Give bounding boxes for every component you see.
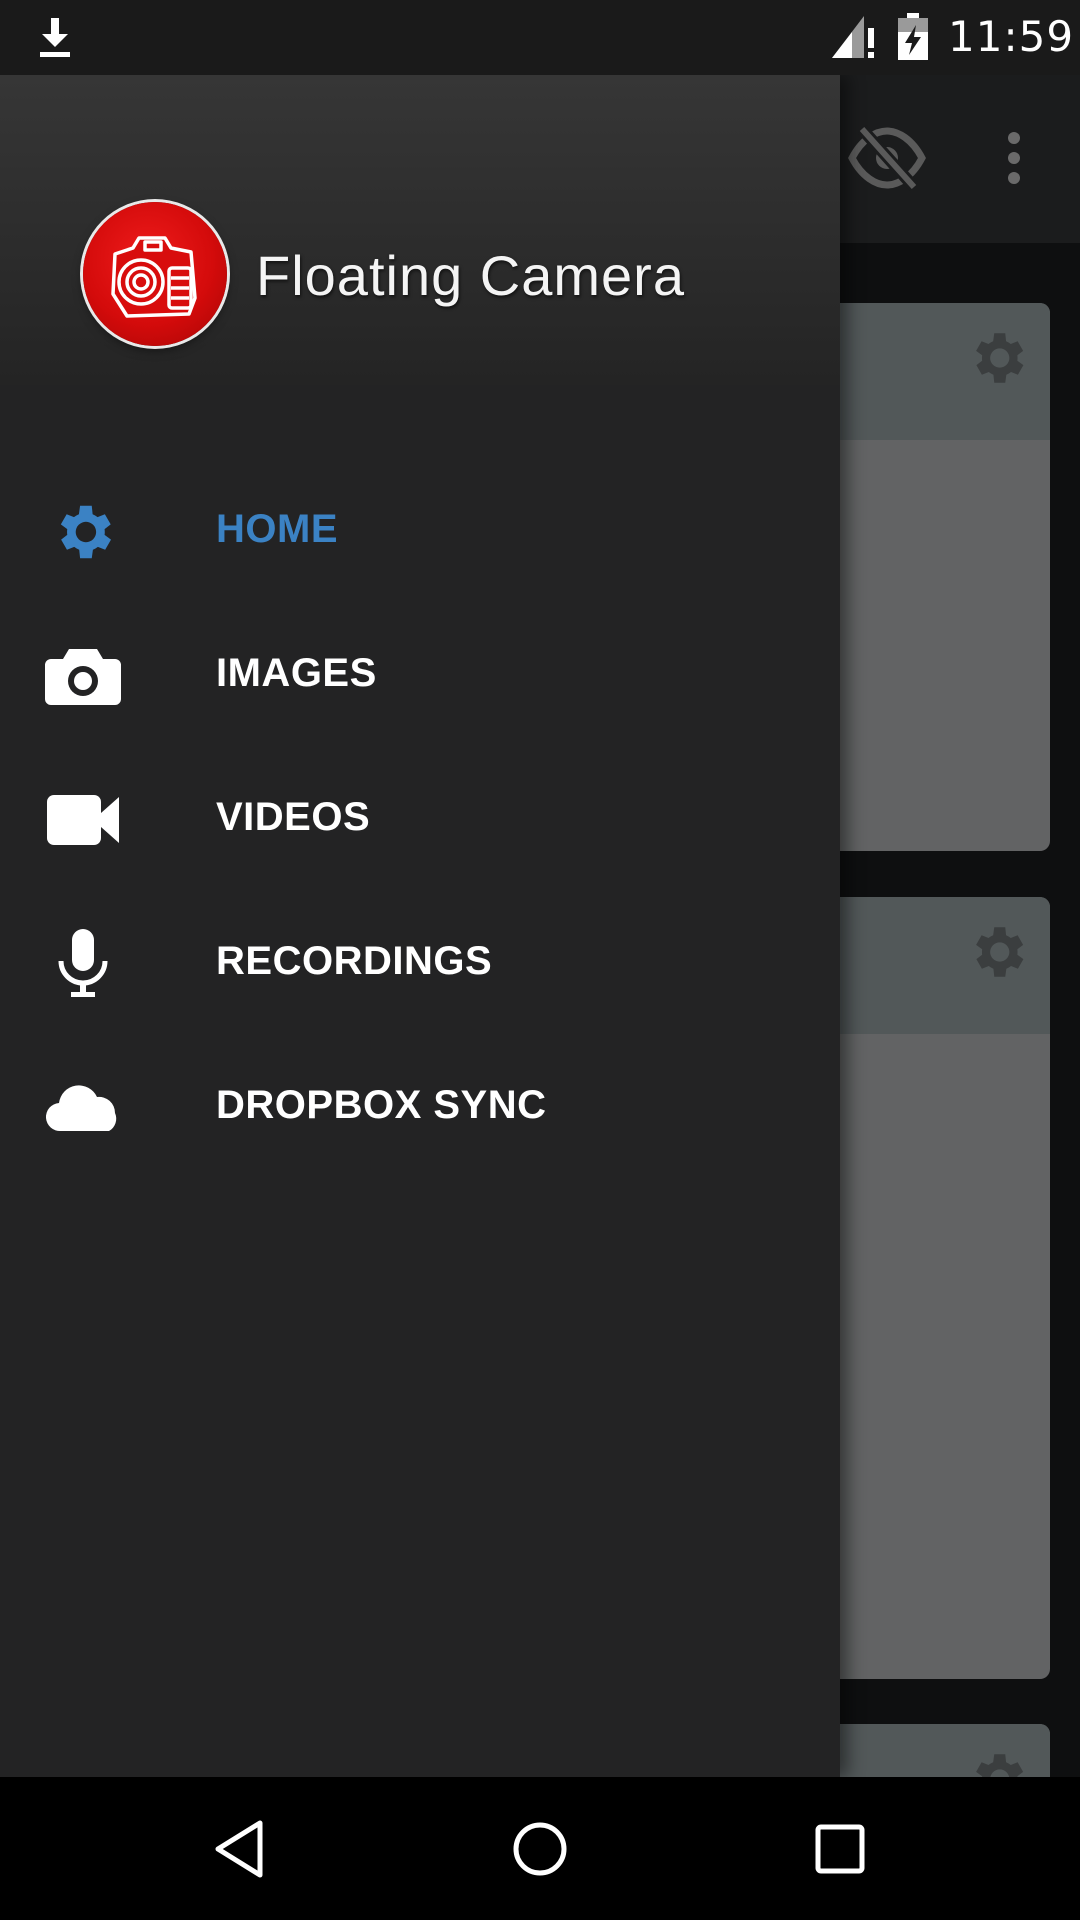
drawer-item-videos[interactable]: VIDEOS	[0, 748, 840, 892]
microphone-icon	[58, 929, 108, 997]
status-bar: 11:59	[0, 0, 1080, 75]
drawer-item-images[interactable]: IMAGES	[0, 604, 840, 748]
drawer-item-label: DROPBOX SYNC	[216, 1083, 547, 1127]
drawer-item-label: HOME	[216, 507, 338, 551]
battery-charging-icon	[898, 13, 928, 60]
system-nav-bar	[0, 1777, 1080, 1920]
app-title: Floating Camera	[256, 244, 685, 307]
more-vert-icon[interactable]	[1000, 130, 1028, 186]
drawer-menu: HOME IMAGES VIDEOS RECORDINGS DROPBOX SY…	[0, 460, 840, 1180]
signal-icon	[832, 16, 874, 58]
drawer-item-label: VIDEOS	[216, 795, 371, 839]
home-icon[interactable]	[508, 1817, 572, 1881]
navigation-drawer: Floating Camera HOME IMAGES VIDEOS RECOR…	[0, 75, 840, 1777]
gear-icon	[60, 505, 112, 559]
drawer-item-label: RECORDINGS	[216, 939, 493, 983]
gear-icon[interactable]	[964, 919, 1030, 985]
recents-icon[interactable]	[808, 1817, 872, 1881]
status-time: 11:59	[948, 12, 1075, 61]
camera-logo-icon	[83, 202, 227, 346]
back-icon[interactable]	[208, 1817, 272, 1881]
download-icon	[40, 18, 70, 57]
drawer-item-label: IMAGES	[216, 651, 377, 695]
cloud-icon	[45, 1085, 117, 1132]
visibility-off-icon[interactable]	[848, 125, 926, 191]
drawer-item-dropbox-sync[interactable]: DROPBOX SYNC	[0, 1036, 840, 1180]
gear-icon[interactable]	[964, 325, 1030, 391]
drawer-header: Floating Camera	[0, 75, 840, 385]
screen: 11:59 Floating Camera HOME IMAGES VIDEOS…	[0, 0, 1080, 1920]
drawer-item-home[interactable]: HOME	[0, 460, 840, 604]
video-camera-icon	[47, 795, 119, 845]
camera-icon	[45, 649, 121, 705]
drawer-item-recordings[interactable]: RECORDINGS	[0, 892, 840, 1036]
